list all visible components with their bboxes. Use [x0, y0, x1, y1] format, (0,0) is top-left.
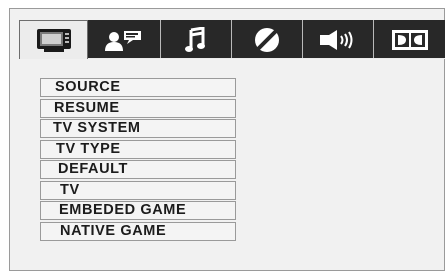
tab-audio[interactable]: [161, 20, 232, 59]
menu-item-native-game[interactable]: NATIVE GAME: [40, 221, 236, 241]
menu-item-default[interactable]: DEFAULT: [40, 160, 236, 179]
menu-item-label: RESUME: [54, 99, 120, 116]
menu-item-label: TV SYSTEM: [53, 120, 141, 136]
menu-item-tv[interactable]: TV: [40, 180, 236, 200]
tab-video[interactable]: [232, 20, 303, 59]
tab-language[interactable]: [88, 20, 161, 59]
menu-item-label: EMBEDED GAME: [59, 202, 187, 218]
tab-dolby[interactable]: [374, 20, 445, 59]
menu-item-source[interactable]: SOURCE: [40, 78, 236, 97]
menu-item-label: NATIVE GAME: [60, 222, 167, 239]
dolby-icon: [391, 29, 429, 51]
music-note-icon: [185, 26, 207, 53]
menu-item-label: SOURCE: [55, 79, 121, 95]
menu-item-resume[interactable]: RESUME: [40, 98, 236, 118]
menu-item-tv-type[interactable]: TV TYPE: [40, 139, 236, 159]
tab-speaker[interactable]: [303, 20, 374, 59]
speaker-icon: [318, 29, 358, 51]
menu-item-label: DEFAULT: [58, 161, 128, 177]
person-speech-icon: [104, 28, 144, 52]
tab-bar: [19, 20, 445, 59]
tv-setup-icon: [36, 28, 72, 52]
menu-item-label: TV TYPE: [56, 140, 121, 157]
setup-menu: SOURCE RESUME TV SYSTEM TV TYPE DEFAULT …: [40, 78, 236, 242]
tab-divider: [88, 58, 445, 59]
menu-item-tv-system[interactable]: TV SYSTEM: [40, 119, 236, 138]
tab-setup[interactable]: [19, 20, 88, 59]
menu-item-label: TV: [60, 181, 80, 198]
slash-circle-icon: [253, 26, 281, 54]
menu-item-embeded-game[interactable]: EMBEDED GAME: [40, 201, 236, 220]
